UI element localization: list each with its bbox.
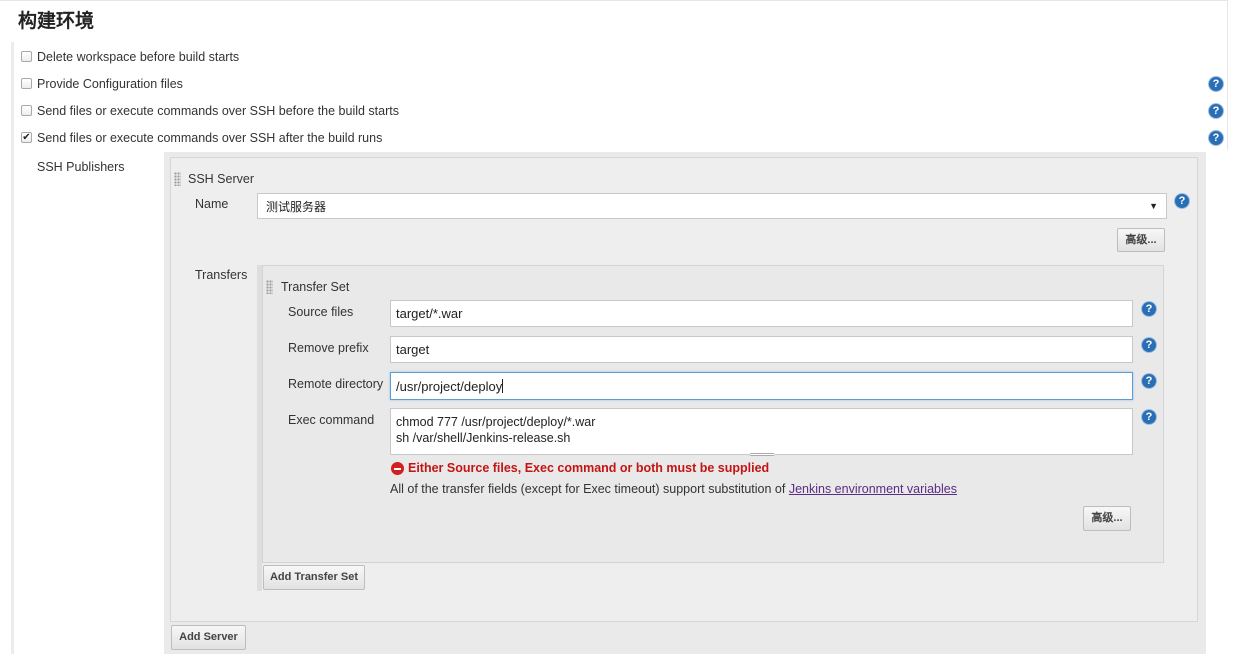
option-label-provide-config: Provide Configuration files [37,77,183,91]
env-vars-link[interactable]: Jenkins environment variables [789,482,957,496]
error-icon [391,462,404,475]
source-files-value: target/*.war [396,306,463,321]
name-label: Name [195,197,229,211]
transfers-label: Transfers [195,268,248,282]
transfer-set-header: Transfer Set [281,280,350,294]
ssh-publishers-label: SSH Publishers [37,160,125,174]
remove-prefix-input[interactable]: target [390,336,1133,363]
checkbox-ssh-before[interactable] [21,105,32,116]
transfer-set-advanced-button[interactable]: 高级... [1083,506,1131,531]
checkbox-delete-workspace[interactable] [21,51,32,62]
help-icon[interactable]: ? [1142,410,1156,424]
ssh-server-header: SSH Server [188,172,254,186]
right-divider [1227,0,1228,150]
remove-prefix-label: Remove prefix [288,341,369,355]
server-name-select[interactable]: 测试服务器 ▼ [257,193,1167,219]
checkbox-provide-config[interactable] [21,78,32,89]
option-label-ssh-after: Send files or execute commands over SSH … [37,131,383,145]
help-icon[interactable]: ? [1142,302,1156,316]
help-icon[interactable]: ? [1142,374,1156,388]
help-icon[interactable]: ? [1209,131,1223,145]
server-advanced-button[interactable]: 高级... [1117,228,1165,252]
option-delete-workspace[interactable] [21,51,32,62]
remove-prefix-value: target [396,342,430,357]
checkbox-ssh-after[interactable]: ✔ [21,132,32,143]
info-line: All of the transfer fields (except for E… [390,482,957,496]
option-label-delete-workspace: Delete workspace before build starts [37,50,240,64]
add-server-button[interactable]: Add Server [171,625,246,650]
add-transfer-set-button[interactable]: Add Transfer Set [263,565,365,590]
exec-command-line: chmod 777 /usr/project/deploy/*.war [396,415,596,429]
remote-directory-label: Remote directory [288,377,384,391]
exec-command-textarea[interactable]: chmod 777 /usr/project/deploy/*.war sh /… [390,408,1133,455]
help-icon[interactable]: ? [1142,338,1156,352]
help-icon[interactable]: ? [1175,194,1189,208]
remote-directory-input[interactable]: /usr/project/deploy [390,372,1133,400]
option-ssh-before[interactable] [21,105,32,116]
exec-command-line: sh /var/shell/Jenkins-release.sh [396,431,571,445]
help-icon[interactable]: ? [1209,77,1223,91]
drag-handle-icon[interactable] [174,172,181,186]
error-message: Either Source files, Exec command or bot… [408,461,770,475]
top-divider [0,0,1228,1]
text-cursor [502,379,504,393]
source-files-label: Source files [288,305,354,319]
option-provide-config[interactable] [21,78,32,89]
textarea-resize-grip-icon[interactable] [750,453,774,456]
section-title: 构建环境 [18,11,95,32]
label-column [14,152,164,654]
option-ssh-after[interactable]: ✔ [21,132,32,143]
remote-directory-value: /usr/project/deploy [396,378,503,394]
source-files-input[interactable]: target/*.war [390,300,1133,327]
option-label-ssh-before: Send files or execute commands over SSH … [37,104,399,118]
info-text: All of the transfer fields (except for E… [390,482,786,496]
server-name-value: 测试服务器 [266,199,327,214]
dropdown-arrow-icon: ▼ [1149,201,1158,211]
exec-command-label: Exec command [288,413,375,427]
drag-handle-icon[interactable] [266,280,273,294]
help-icon[interactable]: ? [1209,104,1223,118]
